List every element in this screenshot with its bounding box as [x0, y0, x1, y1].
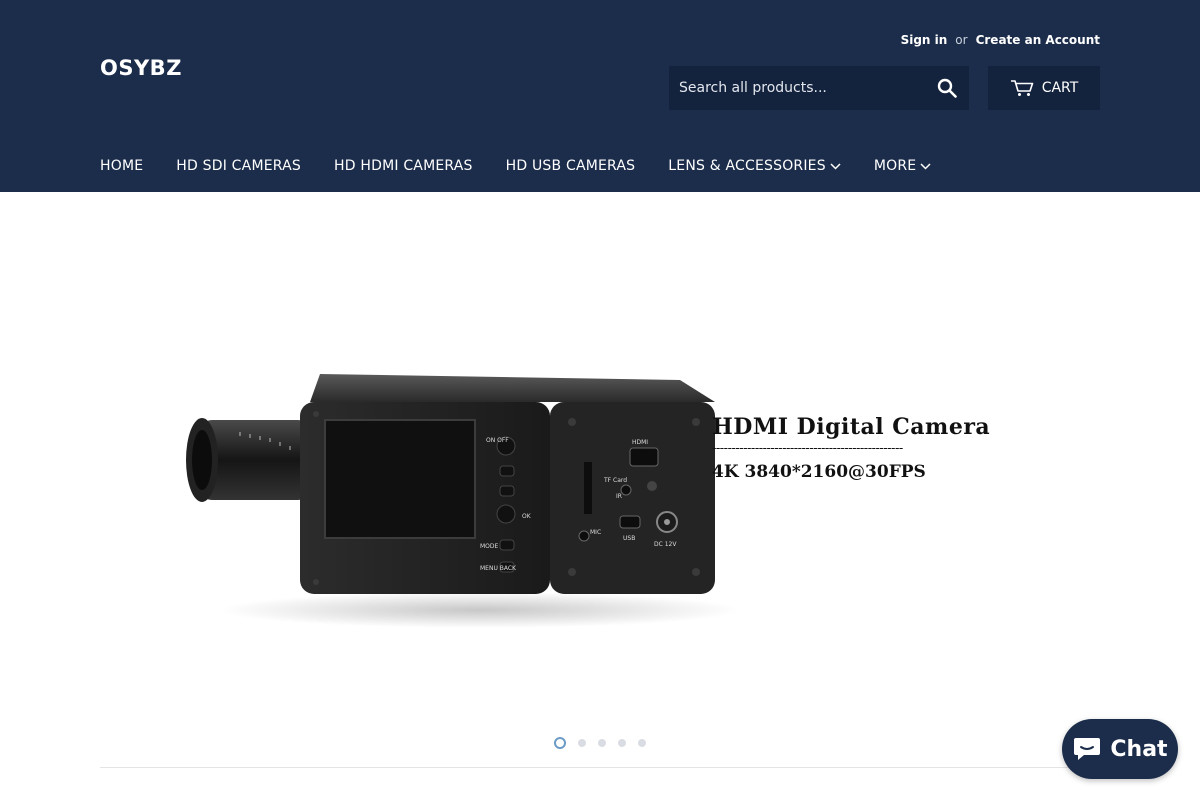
account-links: Sign in or Create an Account	[901, 33, 1100, 47]
camera-label-tf-card: TF Card	[603, 477, 627, 484]
camera-label-on-off: ON OFF	[486, 437, 509, 444]
nav-item-label: MORE	[873, 158, 917, 174]
hero-subtitle: 4K 3840*2160@30FPS	[712, 462, 926, 482]
cart-label: CART	[1041, 80, 1079, 96]
cart-button[interactable]: CART	[988, 66, 1100, 110]
nav-item-hd-usb-cameras[interactable]: HD USB CAMERAS	[506, 158, 636, 174]
section-divider	[100, 767, 1100, 768]
nav-item-label: LENS & ACCESSORIES	[668, 158, 826, 174]
camera-product-image: ON OFF HDMI TF Card IR OK MODE MENU BACK…	[186, 374, 740, 628]
or-text: or	[955, 33, 968, 47]
nav-item-hd-hdmi-cameras[interactable]: HD HDMI CAMERAS	[334, 158, 473, 174]
main-nav: HOME HD SDI CAMERAS HD HDMI CAMERAS HD U…	[100, 156, 931, 176]
nav-item-label: HD SDI CAMERAS	[176, 158, 301, 174]
nav-item-label: HOME	[100, 158, 144, 174]
camera-label-ok: OK	[522, 513, 532, 520]
search-icon	[937, 78, 957, 98]
camera-label-mode: MODE	[480, 543, 499, 550]
camera-label-ir: IR	[616, 493, 622, 500]
sign-in-link[interactable]: Sign in	[901, 33, 948, 47]
search-form	[669, 66, 969, 110]
hero-title: HDMI Digital Camera	[712, 414, 991, 440]
nav-item-more[interactable]: MORE	[874, 158, 931, 174]
create-account-link[interactable]: Create an Account	[976, 33, 1100, 47]
nav-item-label: HD HDMI CAMERAS	[334, 158, 473, 174]
camera-label-usb: USB	[623, 535, 635, 542]
nav-item-hd-sdi-cameras[interactable]: HD SDI CAMERAS	[176, 158, 301, 174]
nav-item-lens-accessories[interactable]: LENS & ACCESSORIES	[668, 158, 841, 174]
slide-dot-2[interactable]	[578, 739, 586, 747]
camera-label-mic: MIC	[590, 529, 601, 536]
chevron-down-icon	[920, 162, 931, 170]
slide-dot-4[interactable]	[618, 739, 626, 747]
chevron-down-icon	[830, 162, 841, 170]
hero-divider-dashes: ----------------------------------------…	[712, 441, 903, 456]
camera-label-hdmi: HDMI	[632, 439, 648, 446]
site-header: OSYBZ Sign in or Create an Account CART HO…	[0, 0, 1200, 192]
hero-caption: HDMI Digital Camera --------------------…	[712, 414, 990, 482]
search-button[interactable]	[925, 66, 969, 110]
cart-icon	[1010, 80, 1033, 96]
slide-dot-5[interactable]	[638, 739, 646, 747]
chat-button[interactable]: Chat	[1062, 719, 1178, 779]
camera-label-dc: DC 12V	[654, 541, 677, 548]
hero-slideshow[interactable]: ON OFF HDMI TF Card IR OK MODE MENU BACK…	[100, 192, 1100, 767]
slide-dot-1[interactable]	[554, 737, 566, 749]
camera-label-menu-back: MENU BACK	[480, 565, 517, 572]
site-logo[interactable]: OSYBZ	[100, 56, 182, 80]
chat-bubble-icon	[1074, 738, 1101, 760]
search-input[interactable]	[669, 66, 925, 110]
slide-dot-3[interactable]	[598, 739, 606, 747]
chat-label: Chat	[1110, 736, 1168, 762]
nav-item-home[interactable]: HOME	[100, 158, 143, 174]
nav-item-label: HD USB CAMERAS	[505, 158, 636, 174]
slide-dots	[554, 737, 646, 749]
